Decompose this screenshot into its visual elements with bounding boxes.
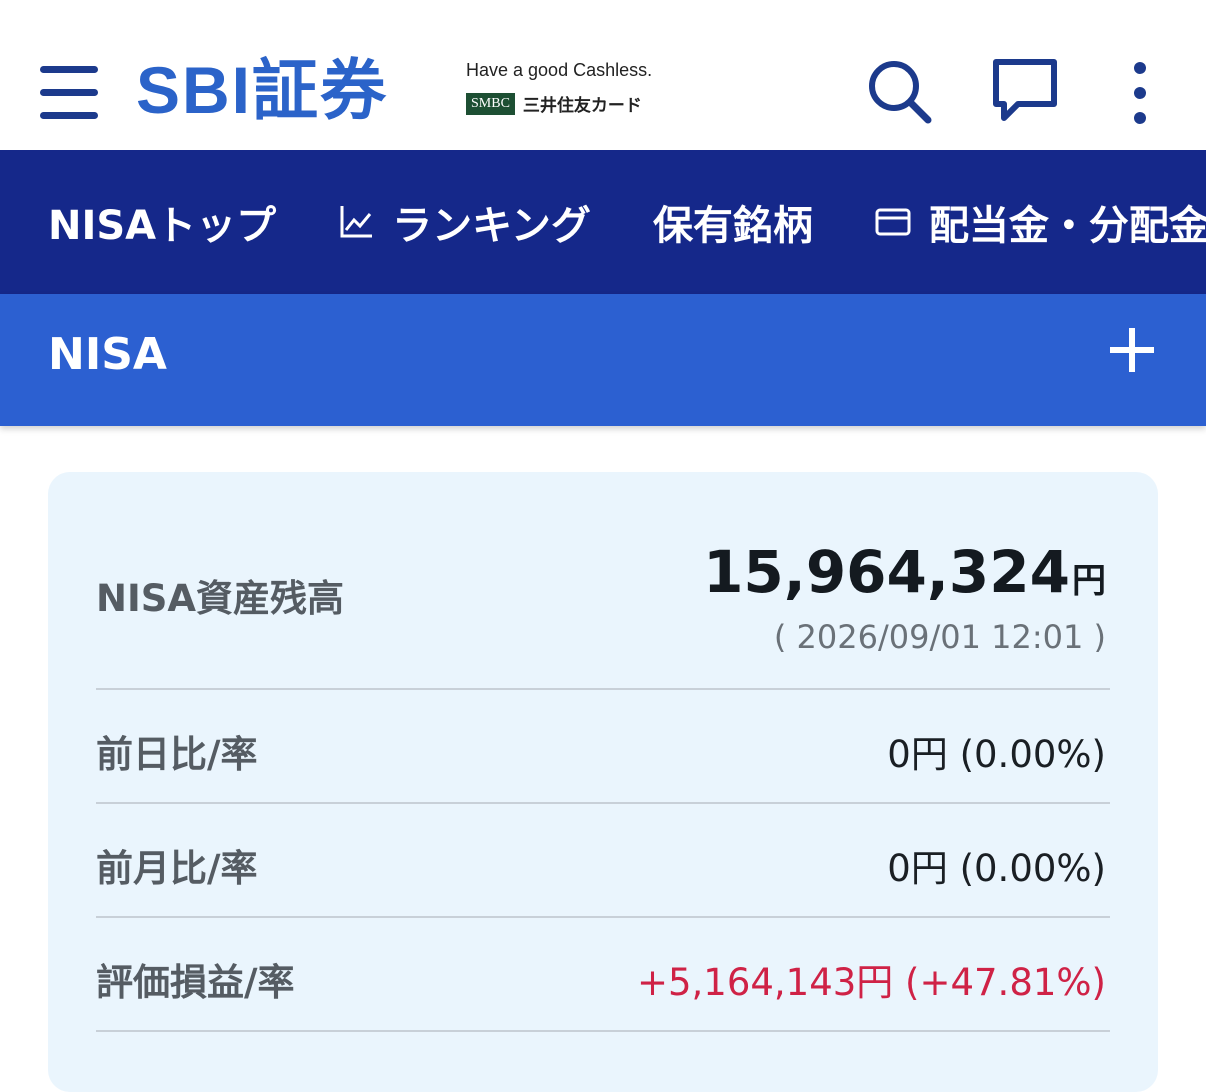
unrealized-gain-row: 評価損益/率 +5,164,143円 (+47.81%): [96, 918, 1110, 1032]
ad-card-name: 三井住友カード: [522, 96, 642, 115]
plus-icon[interactable]: [1106, 324, 1158, 380]
balance-timestamp: ( 2026/09/01 12:01 ): [773, 618, 1106, 656]
nisa-nav-bar: NISAトップ ランキング 保有銘柄 配当金・分配金: [0, 150, 1206, 294]
balance-label: NISA資産残高: [96, 577, 345, 620]
balance-value: 15,964,324円: [703, 538, 1106, 606]
nisa-summary-card: NISA資産残高 15,964,324円 ( 2026/09/01 12:01 …: [48, 472, 1158, 1092]
smbc-badge: SMBC: [466, 92, 515, 115]
nav-label: 配当金・分配金: [928, 203, 1206, 249]
nav-dividends[interactable]: 配当金・分配金: [875, 193, 1206, 251]
unrealized-gain-label: 評価損益/率: [96, 961, 295, 1004]
daily-change-label: 前日比/率: [96, 733, 258, 776]
cashless-ad[interactable]: Have a good Cashless. SMBC 三井住友カード: [466, 60, 652, 116]
card-icon: [875, 208, 911, 236]
app-header: SBI証券 Have a good Cashless. SMBC 三井住友カード: [0, 0, 1206, 150]
nav-label: ランキング: [392, 203, 591, 249]
ad-tagline: Have a good Cashless.: [466, 60, 653, 80]
daily-change-row: 前日比/率 0円 (0.00%): [96, 690, 1110, 804]
nav-label: 保有銘柄: [652, 203, 813, 249]
search-icon[interactable]: [866, 56, 934, 128]
balance-amount: 15,964,324: [703, 538, 1070, 606]
monthly-change-row: 前月比/率 0円 (0.00%): [96, 804, 1110, 918]
more-vertical-icon[interactable]: [1120, 60, 1160, 130]
section-title: NISA: [48, 329, 167, 380]
unrealized-gain-value: +5,164,143円 (+47.81%): [636, 961, 1106, 1004]
sbi-logo[interactable]: SBI証券: [136, 52, 388, 128]
monthly-change-value: 0円 (0.00%): [887, 847, 1106, 890]
balance-row: NISA資産残高 15,964,324円 ( 2026/09/01 12:01 …: [96, 472, 1110, 690]
nav-nisa-top[interactable]: NISAトップ: [48, 193, 276, 251]
chat-icon[interactable]: [990, 56, 1062, 130]
nisa-section-header[interactable]: NISA: [0, 294, 1206, 426]
nav-ranking[interactable]: ランキング: [338, 193, 591, 251]
daily-change-value: 0円 (0.00%): [887, 733, 1106, 776]
chart-icon: [340, 206, 373, 238]
nav-label: NISAトップ: [48, 203, 277, 249]
hamburger-menu-icon[interactable]: [40, 66, 98, 124]
monthly-change-label: 前月比/率: [96, 847, 258, 890]
nav-holdings[interactable]: 保有銘柄: [653, 193, 813, 251]
balance-unit: 円: [1072, 561, 1106, 601]
